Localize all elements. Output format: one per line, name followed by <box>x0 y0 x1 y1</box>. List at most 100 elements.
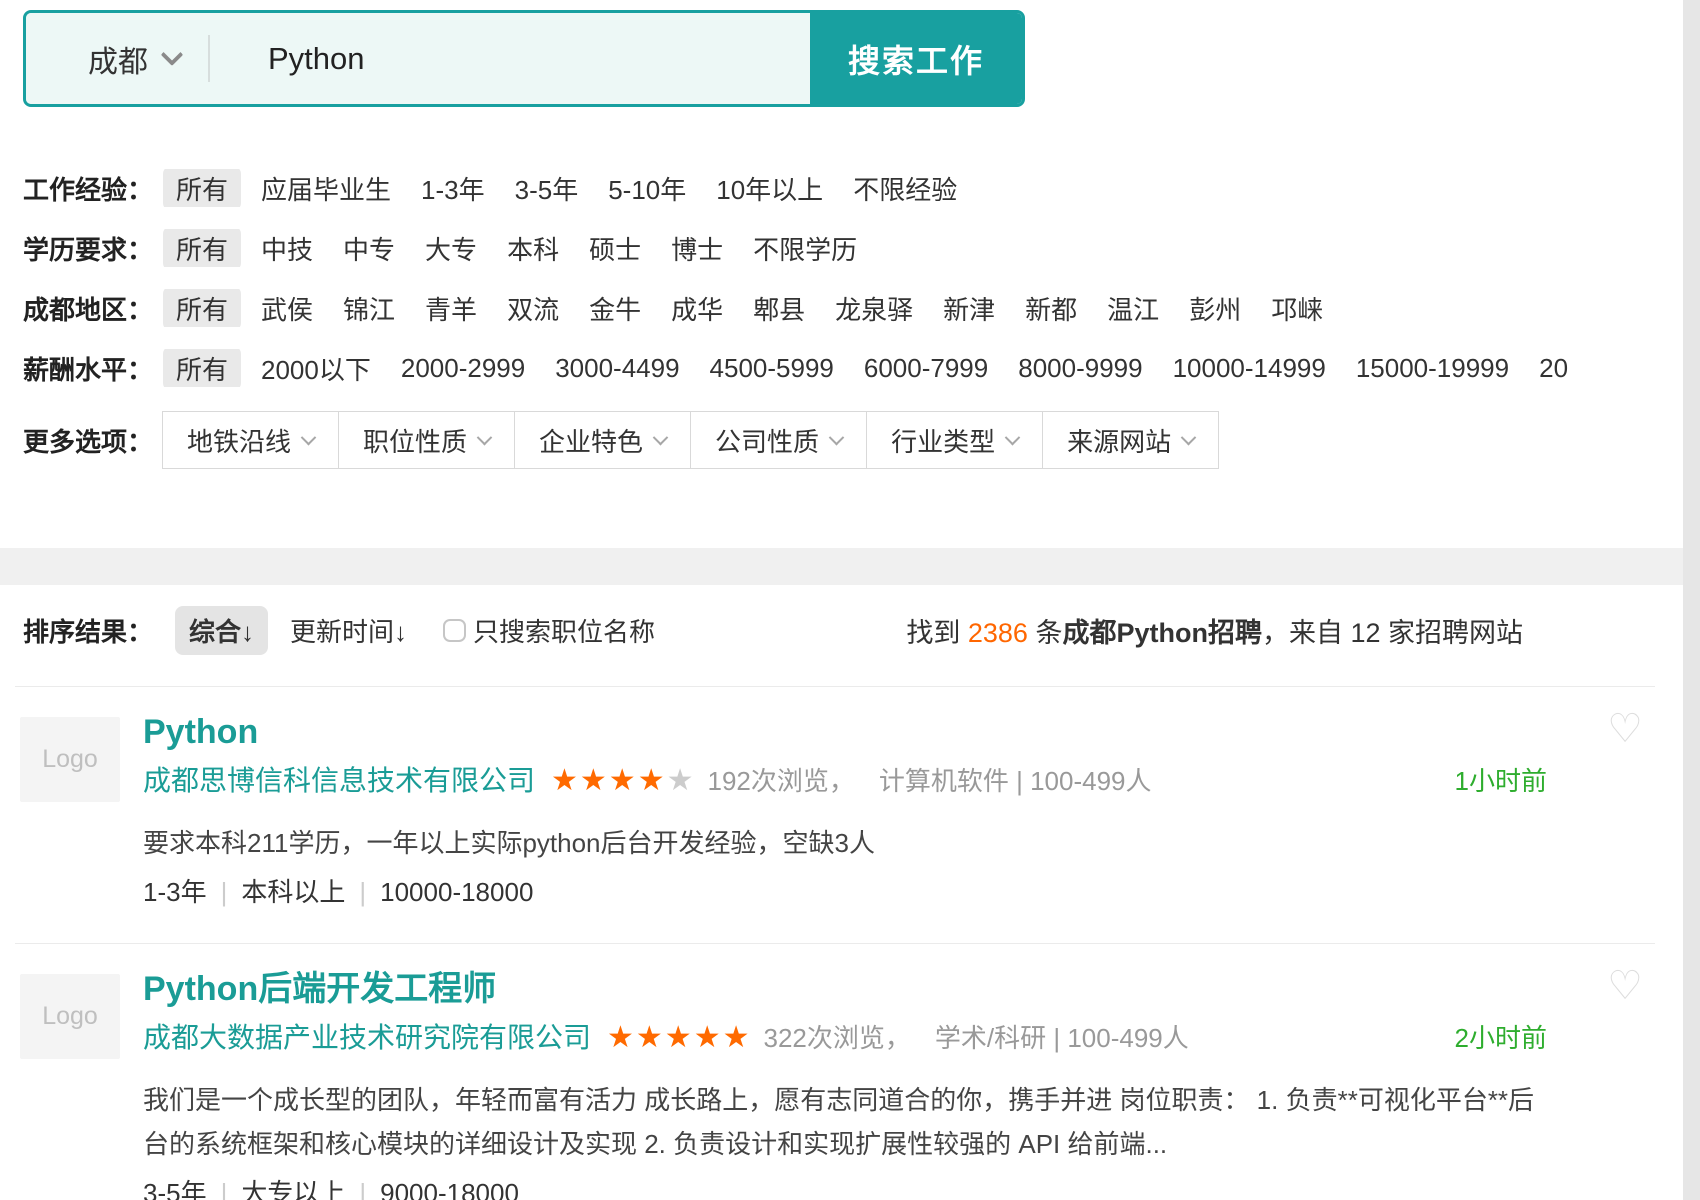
filter-option[interactable]: 不限经验 <box>853 170 957 207</box>
sort-update-time-button[interactable]: 更新时间↓ <box>290 612 407 649</box>
sort-comprehensive-button[interactable]: 综合↓ <box>175 606 268 655</box>
filter-option[interactable]: 8000-9999 <box>1018 353 1142 384</box>
filter-option[interactable]: 中专 <box>343 230 395 267</box>
filter-option[interactable]: 15000-19999 <box>1356 353 1509 384</box>
job-list: Logo Python 成都思博信科信息技术有限公司 ★★★★★ 192次浏览，… <box>15 686 1655 1200</box>
filter-option[interactable]: 中技 <box>261 230 313 267</box>
city-label: 成都 <box>88 37 148 81</box>
chevron-down-icon <box>829 429 845 445</box>
filter-selected-chip[interactable]: 所有 <box>163 349 241 387</box>
filter-label: 更多选项： <box>23 422 163 459</box>
more-filter-dropdown[interactable]: 职位性质 <box>338 411 515 469</box>
filter-selected-chip[interactable]: 所有 <box>163 229 241 267</box>
filter-option[interactable]: 本科 <box>507 230 559 267</box>
filter-row-district: 成都地区： 所有 武侯锦江青羊双流金牛成华郫县龙泉驿新津新都温江彭州邛崃 <box>23 289 1568 327</box>
chevron-down-icon <box>301 429 317 445</box>
filter-option[interactable]: 20000-24999 <box>1539 353 1568 384</box>
result-summary: 找到 2386 条成都Python招聘，来自 12 家招聘网站 <box>906 611 1523 650</box>
title-only-checkbox[interactable] <box>443 619 466 642</box>
filter-panel: 工作经验： 所有 应届毕业生 1-3年 3-5年 5-10年 10年以上不限经验 学历要… <box>23 169 1568 469</box>
company-link[interactable]: 成都思博信科信息技术有限公司 <box>143 761 535 801</box>
sort-label: 排序结果： <box>23 612 153 649</box>
job-title-link[interactable]: Python后端开发工程师 <box>143 968 496 1010</box>
education-requirement: 本科以上 <box>241 877 345 907</box>
experience-requirement: 3-5年 <box>143 1178 207 1200</box>
filter-option[interactable]: 不限学历 <box>753 230 857 267</box>
filter-option[interactable]: 青羊 <box>425 290 477 327</box>
posted-time: 1小时前 <box>1455 761 1547 801</box>
filter-option[interactable]: 大专 <box>425 230 477 267</box>
filter-option[interactable]: 金牛 <box>589 290 641 327</box>
scrollbar[interactable] <box>1683 0 1700 1200</box>
company-logo: Logo <box>20 974 120 1059</box>
city-selector[interactable]: 成都 <box>26 13 208 104</box>
job-description: 要求本科211学历，一年以上实际python后台开发经验，空缺3人 <box>143 821 1538 865</box>
filter-row-salary: 薪酬水平： 所有 2000以下2000-29993000-44994500-59… <box>23 349 1568 387</box>
result-count: 2386 <box>968 618 1028 648</box>
filter-label: 学历要求： <box>23 230 163 267</box>
filter-selected-chip[interactable]: 所有 <box>163 289 241 327</box>
filter-option[interactable]: 彭州 <box>1189 290 1241 327</box>
filter-row-experience: 工作经验： 所有 应届毕业生 1-3年 3-5年 5-10年 10年以上不限经验 <box>23 169 1568 207</box>
filter-option[interactable]: 博士 <box>671 230 723 267</box>
filter-option[interactable]: 新都 <box>1025 290 1077 327</box>
filter-option[interactable]: 应届毕业生 <box>261 170 391 207</box>
filter-option[interactable]: 新津 <box>943 290 995 327</box>
result-keyword: 成都Python招聘 <box>1062 618 1262 648</box>
star-filled-icon: ★★★★★ <box>607 1021 751 1054</box>
chevron-down-icon <box>161 43 184 66</box>
job-title-link[interactable]: Python <box>143 711 258 753</box>
filter-option[interactable]: 成华 <box>671 290 723 327</box>
more-filter-dropdown[interactable]: 行业类型 <box>866 411 1043 469</box>
company-link[interactable]: 成都大数据产业技术研究院有限公司 <box>143 1018 591 1058</box>
job-description: 我们是一个成长型的团队，年轻而富有活力 成长路上，愿有志同道合的你，携手并进 岗… <box>143 1078 1538 1166</box>
job-meta: 1-3年|本科以上|10000-18000 <box>143 871 1547 913</box>
favorite-icon[interactable]: ♡ <box>1607 709 1643 749</box>
industry-size: 学术/科研 | 100-499人 <box>935 1018 1189 1058</box>
filter-option[interactable]: 10000-14999 <box>1173 353 1326 384</box>
search-input[interactable] <box>210 13 810 104</box>
more-filter-dropdown[interactable]: 地铁沿线 <box>162 411 339 469</box>
chevron-down-icon <box>477 429 493 445</box>
filter-option[interactable]: 郫县 <box>753 290 805 327</box>
more-filter-dropdown[interactable]: 企业特色 <box>514 411 691 469</box>
filter-option[interactable]: 1-3年 <box>421 170 485 207</box>
education-requirement: 大专以上 <box>241 1178 345 1200</box>
filter-option[interactable]: 邛崃 <box>1271 290 1323 327</box>
view-count: 192次浏览， <box>708 761 855 801</box>
filter-label: 成都地区： <box>23 290 163 327</box>
title-only-checkbox-label[interactable]: 只搜索职位名称 <box>473 612 655 649</box>
job-card: Logo Python后端开发工程师 成都大数据产业技术研究院有限公司 ★★★★… <box>15 943 1655 1200</box>
posted-time: 2小时前 <box>1455 1018 1547 1058</box>
search-button[interactable]: 搜索工作 <box>810 13 1022 104</box>
filter-option[interactable]: 4500-5999 <box>710 353 834 384</box>
filter-label: 工作经验： <box>23 170 163 207</box>
filter-option[interactable]: 3-5年 <box>515 170 579 207</box>
search-section: 成都 搜索工作 <box>23 10 1700 107</box>
filter-option[interactable]: 锦江 <box>343 290 395 327</box>
filter-option[interactable]: 双流 <box>507 290 559 327</box>
more-filter-dropdown[interactable]: 公司性质 <box>690 411 867 469</box>
filter-option[interactable]: 3000-4499 <box>555 353 679 384</box>
filter-option[interactable]: 2000-2999 <box>401 353 525 384</box>
filter-row-more-options: 更多选项： 地铁沿线职位性质企业特色公司性质行业类型来源网站 <box>23 411 1568 469</box>
view-count: 322次浏览， <box>764 1018 911 1058</box>
company-logo: Logo <box>20 717 120 802</box>
favorite-icon[interactable]: ♡ <box>1607 966 1643 1006</box>
filter-option[interactable]: 温江 <box>1107 290 1159 327</box>
filter-option[interactable]: 6000-7999 <box>864 353 988 384</box>
more-filter-dropdown[interactable]: 来源网站 <box>1042 411 1219 469</box>
filter-option[interactable]: 2000以下 <box>261 350 371 387</box>
star-filled-icon: ★★★★ <box>551 764 667 797</box>
filter-option[interactable]: 10年以上 <box>716 170 823 207</box>
filter-option[interactable]: 龙泉驿 <box>835 290 913 327</box>
filter-option[interactable]: 硕士 <box>589 230 641 267</box>
filter-selected-chip[interactable]: 所有 <box>163 169 241 207</box>
chevron-down-icon <box>1005 429 1021 445</box>
star-empty-icon: ★ <box>667 764 696 797</box>
chevron-down-icon <box>653 429 669 445</box>
filter-option[interactable]: 武侯 <box>261 290 313 327</box>
chevron-down-icon <box>1181 429 1197 445</box>
filter-option[interactable]: 5-10年 <box>608 170 686 207</box>
search-box: 成都 搜索工作 <box>23 10 1025 107</box>
